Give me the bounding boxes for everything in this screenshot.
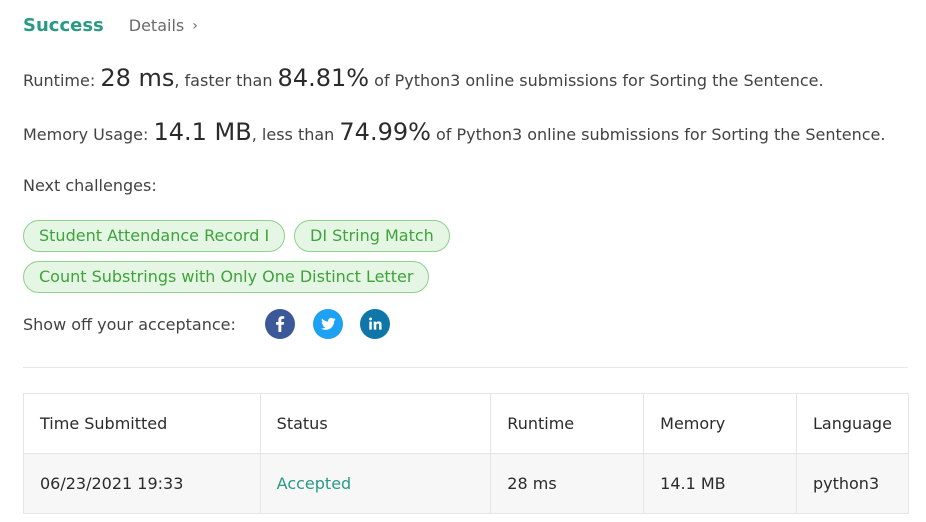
column-header-runtime[interactable]: Runtime [490,393,645,454]
column-header-language[interactable]: Language [795,393,910,454]
table-header-row: Time Submitted Status Runtime Memory Lan… [23,393,910,454]
linkedin-icon[interactable] [360,309,390,339]
cell-status-link[interactable]: Accepted [259,453,492,514]
memory-percent: 74.99% [339,118,431,146]
submissions-table: Time Submitted Status Runtime Memory Lan… [23,393,910,514]
share-label: Show off your acceptance: [23,315,236,334]
details-link[interactable]: Details › [129,16,198,35]
column-header-status[interactable]: Status [259,393,492,454]
chevron-right-icon: › [192,17,198,34]
memory-label: Memory Usage: [23,125,154,144]
runtime-value: 28 ms [100,64,175,92]
next-challenges-label: Next challenges: [23,176,157,195]
facebook-icon[interactable] [265,309,295,339]
challenge-chip-student-attendance[interactable]: Student Attendance Record I [23,220,286,252]
cell-runtime: 28 ms [490,453,645,514]
success-label: Success [23,15,104,36]
runtime-stat: Runtime: 28 ms, faster than 84.81% of Py… [23,64,824,92]
challenge-chip-di-string-match[interactable]: DI String Match [294,220,450,252]
cell-time-submitted: 06/23/2021 19:33 [23,453,261,514]
twitter-icon[interactable] [313,309,343,339]
details-label: Details [128,16,185,35]
column-header-memory[interactable]: Memory [643,393,797,454]
runtime-percent: 84.81% [277,64,370,92]
challenge-chip-count-substrings[interactable]: Count Substrings with Only One Distinct … [23,261,430,293]
runtime-label: Runtime: [23,71,101,90]
cell-memory: 14.1 MB [643,453,797,514]
result-header: Success Details › [23,15,198,36]
cell-language: python3 [795,453,910,514]
memory-mid: , less than [251,125,340,144]
memory-value: 14.1 MB [153,118,252,146]
runtime-mid: , faster than [174,71,278,90]
table-row: 06/23/2021 19:33 Accepted 28 ms 14.1 MB … [23,453,910,514]
column-header-time-submitted[interactable]: Time Submitted [23,393,261,454]
memory-stat: Memory Usage: 14.1 MB, less than 74.99% … [23,118,885,146]
section-divider [23,367,908,368]
memory-tail: of Python3 online submissions for Sortin… [430,125,886,144]
runtime-tail: of Python3 online submissions for Sortin… [369,71,824,90]
